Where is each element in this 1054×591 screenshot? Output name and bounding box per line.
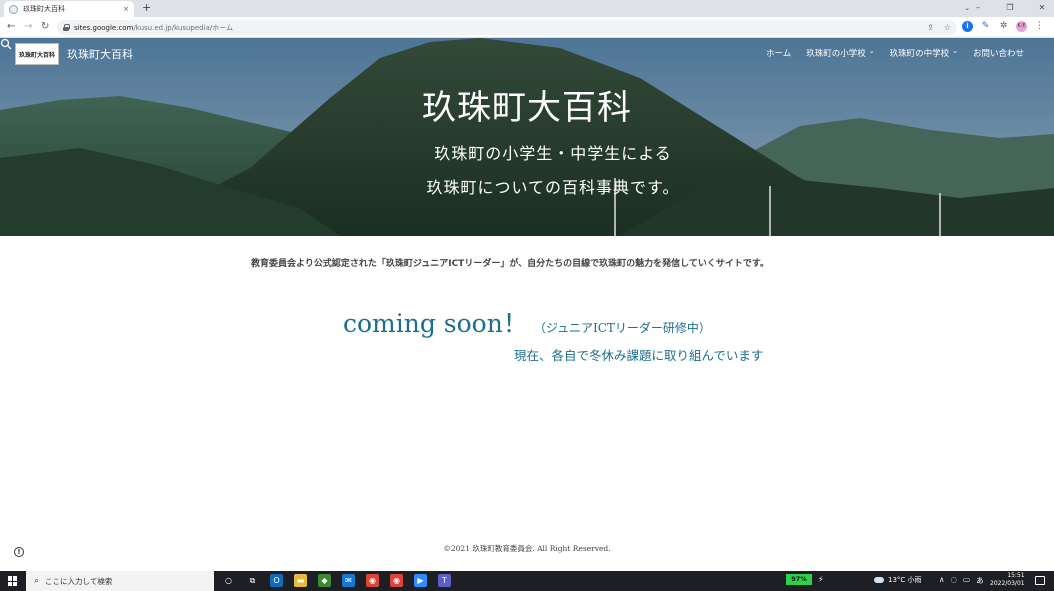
bookmark-star-icon[interactable]: ☆ (944, 23, 951, 32)
battery-tray-icon[interactable]: ▭ (963, 575, 970, 586)
network-icon[interactable]: ◌ (951, 575, 958, 586)
windows-taskbar: ⌕ ここに入力して検索 ○ ⧉ O ▬ ◆ ✉ ◉ ◉ ▶ T 97% ⚡ 13°C 小雨 ∧ ◌… (0, 571, 1054, 591)
taskbar-search-input[interactable]: ⌕ ここに入力して検索 (26, 571, 214, 591)
extension-icons: i ✎ ✲ K·E ⋮ (962, 21, 1045, 32)
extensions-puzzle-icon[interactable]: ✲ (998, 21, 1009, 32)
browser-toolbar: ← → ↻ sites.google.com/kusu.ed.jp/kusupe… (0, 17, 1054, 38)
browser-tab-strip: 玖珠町大百科 × + ⌄ – ❐ ✕ (0, 0, 1054, 17)
footer-copyright: ©2021 玖珠町教育委員会. All Right Reserved. (443, 544, 611, 553)
share-icon[interactable]: ⇪ (927, 23, 934, 32)
battery-indicator[interactable]: 97% (786, 574, 812, 585)
nav-item-label: お問い合わせ (972, 49, 1024, 59)
hero-subtitle-line-1: 玖珠町の小学生・中学生による (434, 144, 672, 163)
chrome-profile-icon[interactable]: ◉ (390, 574, 403, 587)
cloud-icon (874, 577, 884, 583)
nav-item-label: 玖珠町の中学校 (889, 49, 950, 59)
browser-menu-icon[interactable]: ⋮ (1034, 21, 1045, 32)
tab-title: 玖珠町大百科 (23, 5, 65, 13)
report-abuse-info-icon[interactable]: ! (14, 547, 24, 557)
site-logo[interactable]: 玖珠町大百科 (15, 43, 59, 65)
zoom-icon[interactable]: ▶ (414, 574, 427, 587)
mail-icon[interactable]: ✉ (342, 574, 355, 587)
search-icon: ⌕ (34, 576, 40, 586)
mountain-landscape-image (0, 38, 1054, 236)
tab-search-chevron-icon[interactable]: ⌄ (964, 1, 970, 15)
system-tray-icons: ∧ ◌ ▭ あ (939, 575, 984, 586)
coming-soon-heading: coming soon！ （ジュニアICTリーダー研修中） (343, 304, 711, 340)
profile-avatar[interactable]: K·E (1016, 21, 1027, 32)
chevron-down-icon[interactable]: ⌄ (869, 47, 875, 59)
browser-tab[interactable]: 玖珠町大百科 × (4, 1, 134, 17)
reload-button[interactable]: ↻ (41, 20, 49, 34)
teams-icon[interactable]: T (438, 574, 451, 587)
nav-item-junior-high-schools[interactable]: 玖珠町の中学校 ⌄ (890, 47, 958, 59)
file-explorer-icon[interactable]: ▬ (294, 574, 307, 587)
site-navigation: ホーム 玖珠町の小学校 ⌄ 玖珠町の中学校 ⌄ お問い合わせ (766, 47, 1024, 59)
coming-soon-note: （ジュニアICTリーダー研修中） (533, 321, 711, 335)
hero-subtitle-line-2: 玖珠町についての百科事典です。 (426, 178, 680, 197)
forward-button[interactable]: → (24, 20, 32, 34)
ime-indicator[interactable]: あ (976, 575, 984, 586)
intro-text: 教育委員会より公式認定された「玖珠町ジュニアICTリーダー」が、自分たちの目線で… (251, 259, 769, 269)
windows-start-icon[interactable] (8, 576, 18, 586)
nav-item-contact[interactable]: お問い合わせ (973, 47, 1024, 59)
notification-center-icon[interactable] (1035, 576, 1045, 585)
minimize-button[interactable]: – (972, 1, 984, 15)
outlook-icon[interactable]: O (270, 574, 283, 587)
cortana-icon[interactable]: ○ (222, 574, 235, 587)
omnibox-actions: ⇪ ☆ (927, 23, 951, 32)
url-path: /kusu.ed.jp/kusupedia/ホーム (133, 23, 234, 32)
chrome-icon[interactable]: ◉ (366, 574, 379, 587)
hero-banner: 玖珠町大百科 玖珠町大百科 ホーム 玖珠町の小学校 ⌄ 玖珠町の中学校 ⌄ お問い合… (0, 38, 1054, 236)
url-host: sites.google.com (74, 23, 134, 32)
nav-item-label: ホーム (765, 49, 792, 59)
weather-text: 13°C 小雨 (888, 576, 922, 584)
plug-icon: ⚡ (818, 575, 824, 584)
site-favicon-icon (9, 4, 18, 14)
taskbar-app-icons: ○ ⧉ O ▬ ◆ ✉ ◉ ◉ ▶ T (222, 574, 451, 587)
clock-time: 15:51 (1007, 572, 1025, 579)
site-name[interactable]: 玖珠町大百科 (67, 46, 133, 62)
coming-soon-text: coming soon！ (343, 309, 528, 338)
taskbar-search-placeholder: ここに入力して検索 (45, 576, 113, 586)
weather-widget[interactable]: 13°C 小雨 (874, 575, 922, 585)
hero-title: 玖珠町大百科 (422, 88, 632, 128)
info-extension-icon[interactable]: i (962, 21, 973, 32)
address-bar[interactable]: sites.google.com/kusu.ed.jp/kusupedia/ホー… (57, 20, 957, 35)
search-icon[interactable] (0, 38, 12, 50)
clock-date: 2022/03/01 (990, 580, 1025, 587)
back-button[interactable]: ← (7, 20, 15, 34)
pen-extension-icon[interactable]: ✎ (980, 21, 991, 32)
url-text[interactable]: sites.google.com/kusu.ed.jp/kusupedia/ホー… (74, 23, 233, 33)
close-window-button[interactable]: ✕ (1036, 1, 1048, 15)
nav-item-label: 玖珠町の小学校 (806, 49, 866, 59)
site-logo-text: 玖珠町大百科 (18, 51, 55, 59)
status-message: 現在、各自で冬休み課題に取り組んでいます (514, 348, 764, 363)
tab-close-icon[interactable]: × (123, 5, 129, 13)
new-tab-button[interactable]: + (142, 1, 151, 15)
show-hidden-icons-chevron-icon[interactable]: ∧ (939, 575, 945, 586)
power-tray: 97% ⚡ (786, 574, 824, 585)
lock-icon[interactable] (63, 24, 70, 31)
task-view-icon[interactable]: ⧉ (246, 574, 259, 587)
nav-item-elementary-schools[interactable]: 玖珠町の小学校 ⌄ (806, 47, 874, 59)
shield-app-icon[interactable]: ◆ (318, 574, 331, 587)
window-controls: – ❐ ✕ (972, 1, 1048, 15)
restore-button[interactable]: ❐ (1004, 1, 1016, 15)
chevron-down-icon[interactable]: ⌄ (952, 47, 958, 59)
taskbar-clock[interactable]: 15:51 2022/03/01 (990, 572, 1025, 588)
nav-item-home[interactable]: ホーム (766, 47, 791, 59)
